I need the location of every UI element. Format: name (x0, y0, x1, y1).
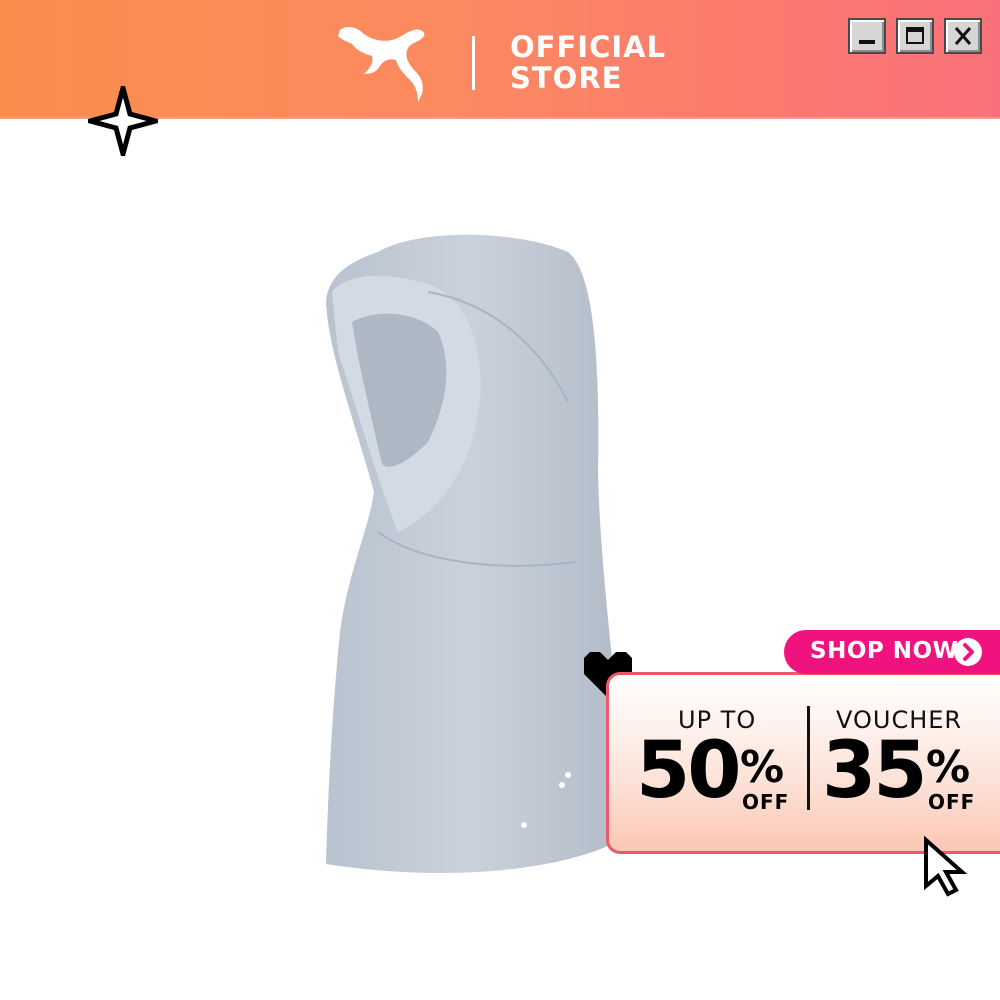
deal-voucher-off: OFF (928, 790, 976, 814)
chevron-right-icon (954, 638, 982, 666)
sparkle-icon (88, 86, 158, 156)
minimize-button[interactable] (848, 18, 886, 54)
product-image (326, 234, 616, 873)
brand-divider (472, 36, 475, 90)
close-icon (954, 27, 972, 45)
pointer-cursor-icon (924, 836, 968, 897)
close-button[interactable] (944, 18, 982, 54)
shop-now-button[interactable]: SHOP NOW (784, 630, 1000, 674)
maximize-icon (906, 27, 924, 44)
store-title-line2: STORE (510, 61, 623, 95)
deal-voucher-percent: % (926, 742, 971, 793)
shop-now-label: SHOP NOW (810, 638, 959, 664)
deal-voucher: VOUCHER 35 % OFF (822, 706, 992, 826)
deal-divider (807, 706, 810, 810)
store-title: OFFICIAL STORE (510, 32, 730, 94)
puma-logo-icon (338, 27, 425, 102)
store-title-line1: OFFICIAL (510, 30, 667, 64)
deal-discount-percent: % (740, 742, 785, 793)
minimize-icon (859, 40, 875, 44)
deal-discount-off: OFF (742, 790, 790, 814)
deal-discount: UP TO 50 % OFF (636, 706, 802, 826)
maximize-button[interactable] (896, 18, 934, 54)
deal-discount-value: 50 (636, 726, 742, 816)
deal-voucher-value: 35 (822, 726, 928, 816)
